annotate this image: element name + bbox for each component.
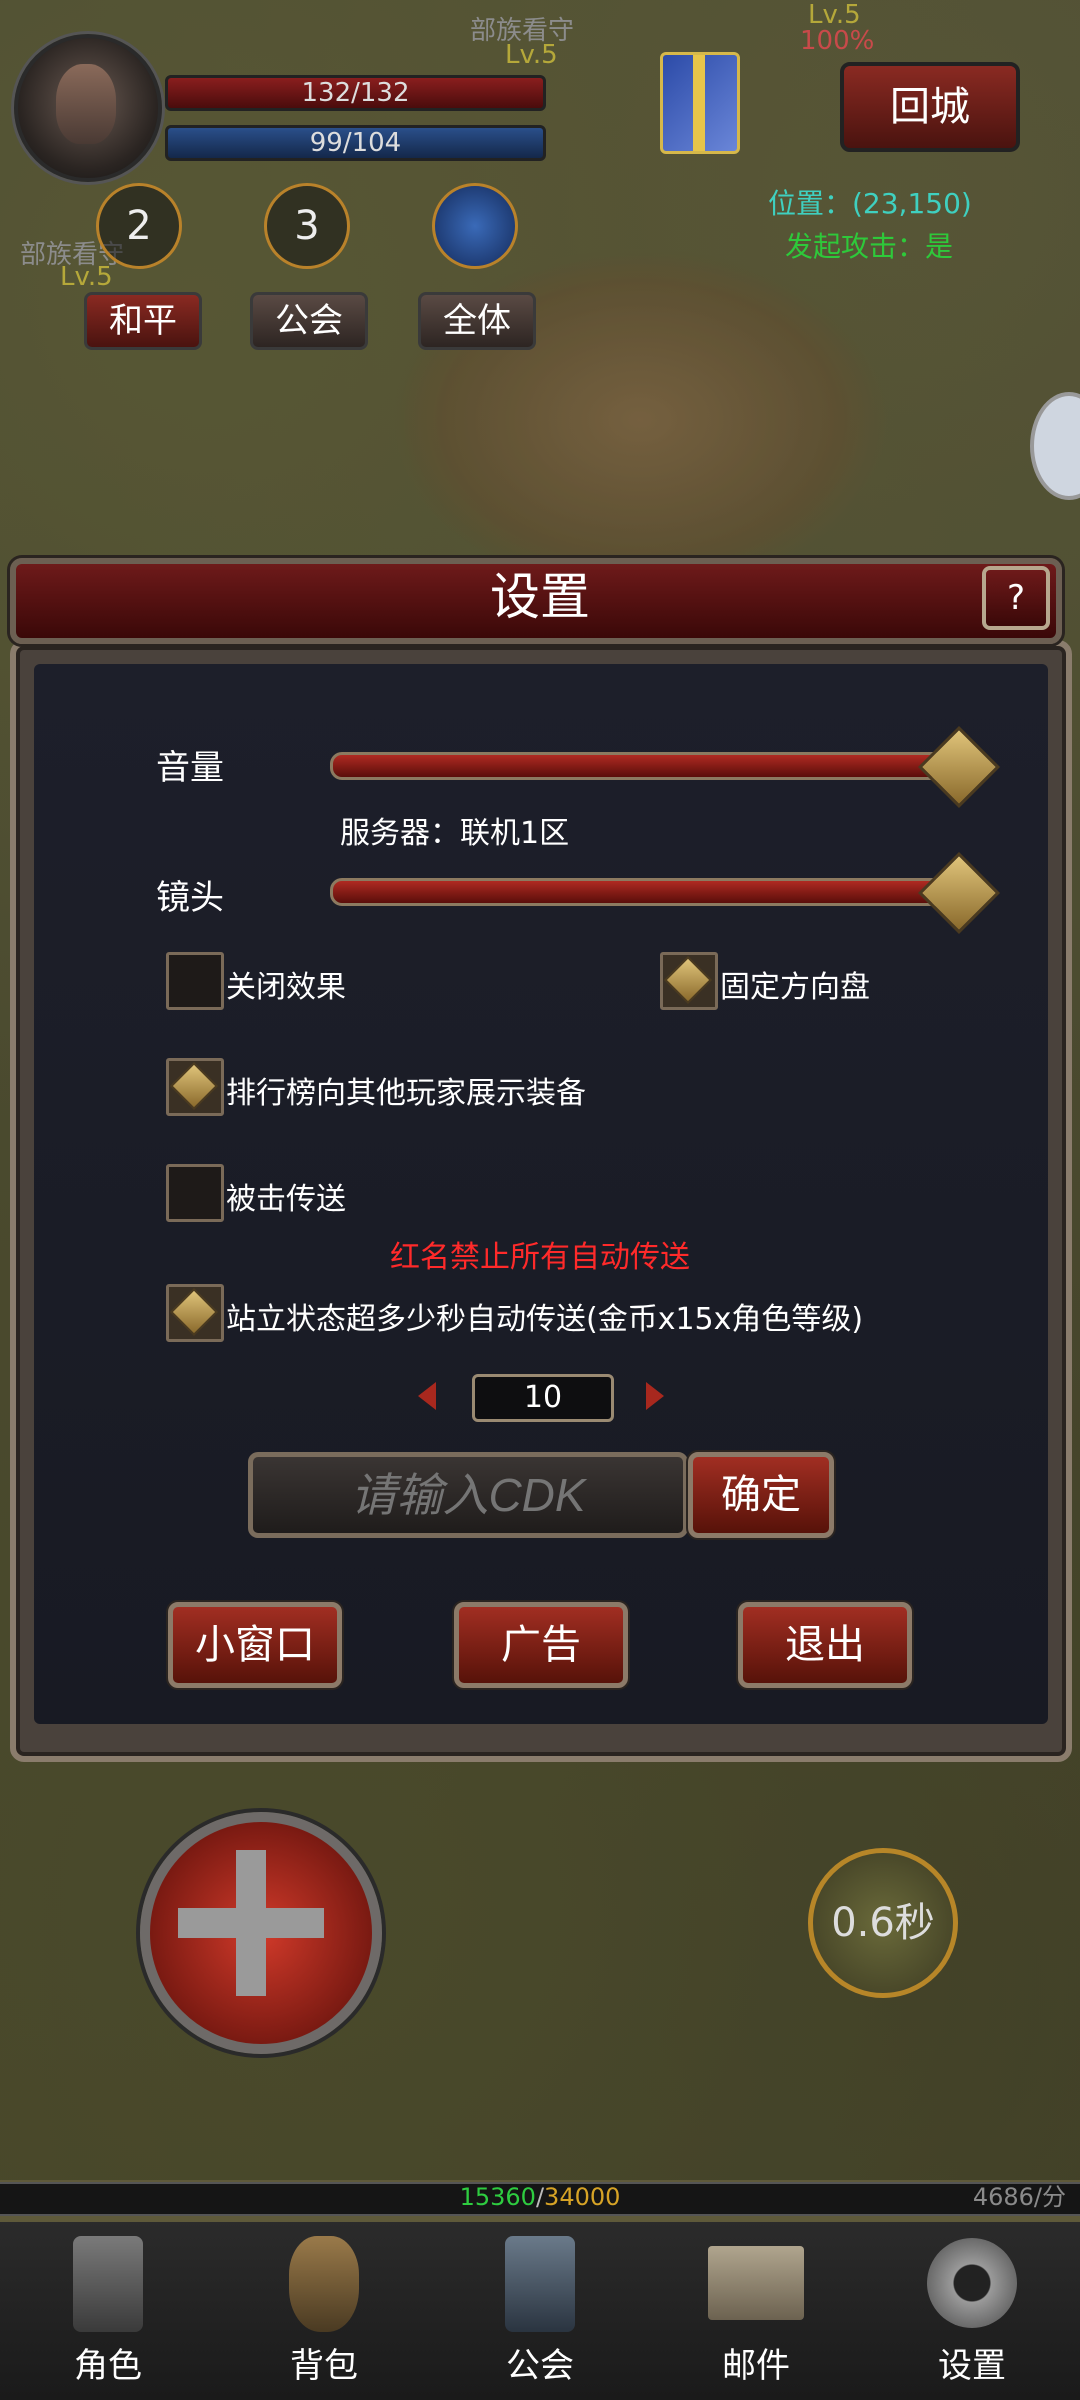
checkbox-mark-icon: [169, 1061, 219, 1111]
mob-level-label: Lv.5: [60, 262, 113, 292]
coordinate-readout: 位置：(23,150): [768, 187, 972, 220]
skill-cooldown-button[interactable]: 0.6秒: [808, 1848, 958, 1998]
return-city-button[interactable]: 回城: [840, 62, 1020, 152]
experience-max: 34000: [544, 2183, 621, 2211]
experience-text: 15360/34000: [459, 2183, 621, 2211]
red-name-warning: 红名禁止所有自动传送: [390, 1240, 690, 1275]
channel-peace-button[interactable]: 和平: [84, 292, 202, 350]
nav-settings[interactable]: 设置: [882, 2222, 1062, 2400]
hit-teleport-label: 被击传送: [226, 1182, 346, 1217]
ad-button[interactable]: 广告: [454, 1602, 628, 1688]
gear-icon: [927, 2238, 1017, 2328]
channel-all-button[interactable]: 全体: [418, 292, 536, 350]
gift-box-icon[interactable]: [660, 52, 740, 154]
avatar-portrait: [56, 64, 116, 144]
player-avatar[interactable]: [14, 34, 162, 182]
mob-level-label: Lv.5: [505, 40, 558, 70]
idle-teleport-label: 站立状态超多少秒自动传送(金币x15x角色等级): [226, 1302, 864, 1337]
hp-bar: 132/132: [165, 75, 546, 111]
envelope-icon: [708, 2246, 804, 2320]
small-window-button[interactable]: 小窗口: [168, 1602, 342, 1688]
swirl-orb-icon[interactable]: [432, 183, 518, 269]
mp-bar: 99/104: [165, 125, 546, 161]
channel-guild-button[interactable]: 公会: [250, 292, 368, 350]
idle-teleport-checkbox[interactable]: [166, 1284, 224, 1342]
status-circle-1[interactable]: 2: [96, 183, 182, 269]
castle-icon: [505, 2236, 575, 2332]
nav-guild-label: 公会: [506, 2346, 574, 2386]
nav-character[interactable]: 角色: [18, 2222, 198, 2400]
checkbox-mark-icon: [663, 955, 713, 1005]
nav-guild[interactable]: 公会: [450, 2222, 630, 2400]
checkbox-mark-icon: [169, 1287, 219, 1337]
decrease-arrow-icon[interactable]: [418, 1382, 436, 1410]
hit-teleport-checkbox[interactable]: [166, 1164, 224, 1222]
nav-mail-label: 邮件: [722, 2346, 790, 2386]
nav-mail[interactable]: 邮件: [666, 2222, 846, 2400]
fixed-joystick-checkbox[interactable]: [660, 952, 718, 1010]
close-effects-label: 关闭效果: [226, 970, 346, 1005]
volume-label: 音量: [156, 748, 224, 788]
experience-current: 15360: [459, 2183, 536, 2211]
experience-rate: 4686/分: [972, 2183, 1066, 2211]
cross-icon: [178, 1908, 324, 1938]
nav-bag-label: 背包: [290, 2346, 358, 2386]
nav-character-label: 角色: [74, 2346, 142, 2386]
attack-status-text: 发起攻击：是: [785, 230, 954, 263]
exit-button[interactable]: 退出: [738, 1602, 912, 1688]
fixed-joystick-label: 固定方向盘: [720, 970, 870, 1005]
show-equipment-checkbox[interactable]: [166, 1058, 224, 1116]
nav-bag[interactable]: 背包: [234, 2222, 414, 2400]
server-text: 服务器：联机1区: [340, 816, 570, 851]
seconds-stepper-value: 10: [472, 1374, 614, 1422]
close-effects-checkbox[interactable]: [166, 952, 224, 1010]
status-circle-2[interactable]: 3: [264, 183, 350, 269]
joystick-button[interactable]: [140, 1812, 382, 2054]
help-button[interactable]: ?: [982, 566, 1050, 630]
cdk-input[interactable]: [248, 1452, 688, 1538]
confirm-cdk-button[interactable]: 确定: [688, 1452, 834, 1538]
camera-label: 镜头: [156, 878, 224, 918]
mob-hp-percent: 100%: [800, 26, 875, 56]
camera-slider[interactable]: [330, 878, 976, 906]
settings-title: 设置: [490, 568, 590, 626]
helmet-icon: [73, 2236, 143, 2332]
volume-slider[interactable]: [330, 752, 976, 780]
show-equipment-label: 排行榜向其他玩家展示装备: [226, 1076, 586, 1111]
bag-icon: [289, 2236, 359, 2332]
increase-arrow-icon[interactable]: [646, 1382, 664, 1410]
nav-settings-label: 设置: [938, 2346, 1006, 2386]
